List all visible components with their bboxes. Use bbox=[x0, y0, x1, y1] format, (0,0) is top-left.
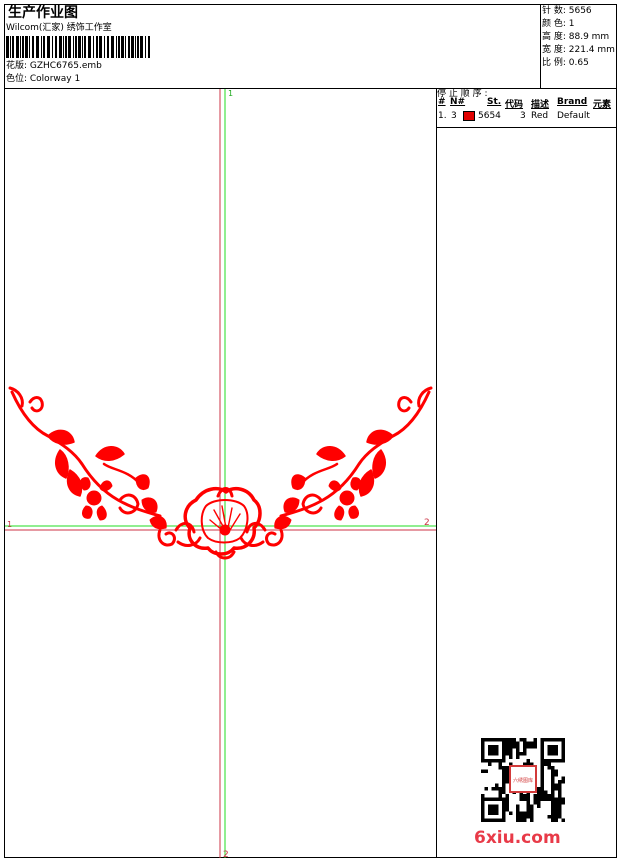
watermark-stamp: 六绣图库 bbox=[509, 765, 537, 793]
axis-marker-top: 1 bbox=[228, 89, 233, 98]
motif-left-half bbox=[8, 386, 202, 547]
axis-marker-right: 2 bbox=[424, 518, 430, 528]
motif-center-flower bbox=[183, 486, 262, 560]
axis-marker-left: 1 bbox=[7, 520, 12, 529]
axis-marker-bottom: 2 bbox=[223, 850, 229, 860]
embroidery-canvas: 1 1 2 2 六绣图库 bbox=[5, 89, 565, 860]
watermark-text: 6xiu.com bbox=[474, 828, 561, 848]
watermark-stamp-text: 六绣图库 bbox=[513, 777, 533, 784]
